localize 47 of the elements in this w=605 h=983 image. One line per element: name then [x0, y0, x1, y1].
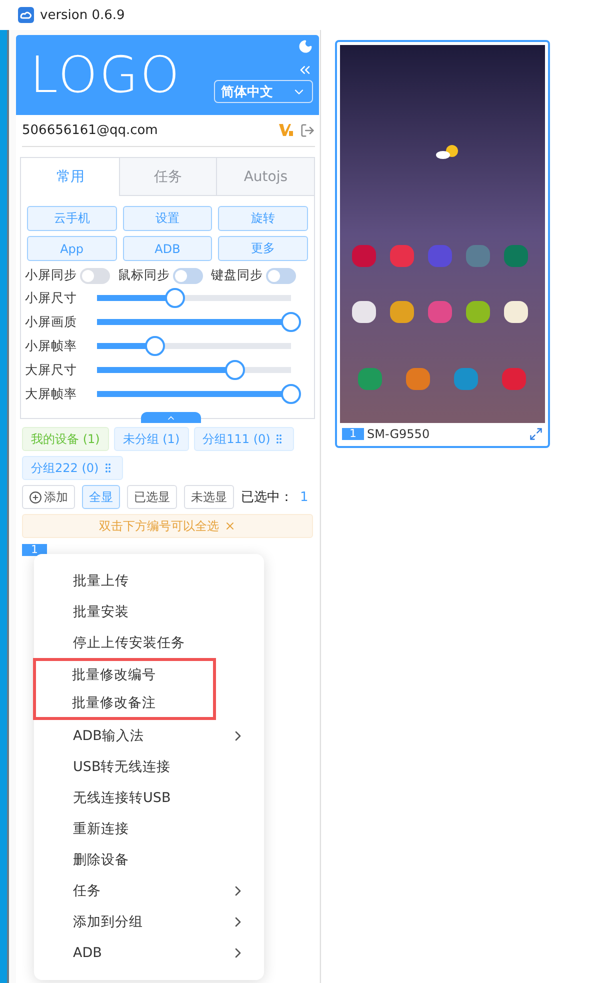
slider-label: 大屏尺寸 [25, 362, 77, 378]
menu-item[interactable]: 删除设备 [34, 844, 264, 875]
menu-item[interactable]: ADB [34, 937, 264, 968]
menu-item[interactable]: 任务 [34, 875, 264, 906]
slider-label: 小屏帧率 [25, 338, 77, 354]
selected-count: 1 [300, 490, 308, 504]
account-email: 506656161@qq.com [22, 123, 158, 138]
toggle-label: 鼠标同步 [118, 267, 170, 284]
menu-item[interactable]: 批量修改备注 [36, 689, 213, 717]
add-button[interactable]: 添加 [22, 485, 75, 509]
toggle-label: 键盘同步 [211, 267, 263, 284]
plus-icon [29, 490, 42, 504]
vip-icon [278, 123, 294, 137]
device-number: 1 [342, 428, 364, 440]
slider-thumb[interactable] [164, 288, 185, 308]
menu-item[interactable]: 添加到分组 [34, 906, 264, 937]
filter-button[interactable]: 未选显 [184, 485, 234, 509]
slider-thumb[interactable] [145, 336, 166, 356]
slider-label: 大屏帧率 [25, 386, 77, 402]
expand-icon[interactable] [529, 427, 543, 441]
menu-item[interactable]: 无线连接转USB [34, 782, 264, 813]
menu-item[interactable]: USB转无线连接 [34, 751, 264, 782]
collapse-button[interactable] [141, 412, 201, 423]
device-model: SM-G9550 [367, 427, 431, 441]
menu-item[interactable]: 停止上传安装任务 [34, 627, 264, 658]
logout-icon[interactable] [300, 123, 315, 138]
filter-button[interactable]: 已选显 [127, 485, 177, 509]
slider-label: 小屏画质 [25, 314, 77, 330]
menu-item[interactable]: 批量上传 [34, 565, 264, 596]
slider-thumb[interactable] [224, 360, 245, 380]
slider-label: 小屏尺寸 [25, 290, 77, 306]
toggle-label: 小屏同步 [25, 267, 77, 284]
notice-text: 双击下方编号可以全选 [99, 518, 219, 534]
slider-thumb[interactable] [281, 384, 301, 404]
slider-thumb[interactable] [281, 312, 301, 332]
menu-item[interactable]: 批量安装 [34, 596, 264, 627]
menu-item[interactable]: 重新连接 [34, 813, 264, 844]
close-icon[interactable] [224, 520, 236, 532]
selected-count-label: 已选中： [241, 489, 293, 506]
window-title: version 0.6.9 [40, 8, 125, 22]
menu-item[interactable]: ADB输入法 [34, 720, 264, 751]
device-card[interactable]: 1 SM-G9550 [335, 40, 550, 448]
cloud-logo-icon [18, 7, 34, 23]
menu-item[interactable]: 批量修改编号 [36, 661, 213, 689]
moon-icon[interactable] [298, 39, 313, 54]
toggle-switch[interactable] [80, 268, 110, 284]
logo: LOGO [30, 46, 182, 104]
